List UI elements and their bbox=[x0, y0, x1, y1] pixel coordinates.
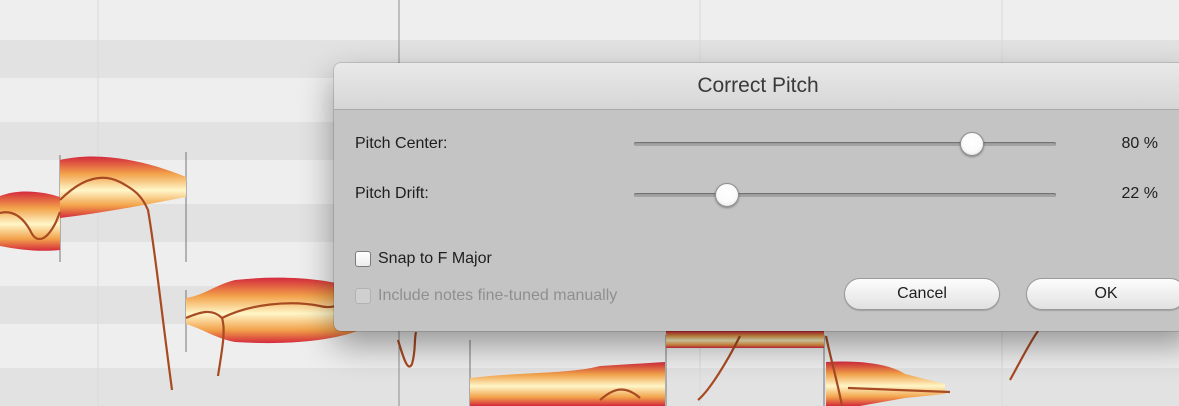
pitch-drift-label: Pitch Drift: bbox=[355, 185, 429, 202]
include-fine-tuned-row: Include notes fine-tuned manually bbox=[355, 287, 617, 305]
note-blob[interactable] bbox=[666, 331, 824, 348]
pitch-center-slider-thumb[interactable] bbox=[959, 132, 984, 156]
ok-button[interactable]: OK bbox=[1026, 278, 1179, 310]
snap-to-key-label[interactable]: Snap to F Major bbox=[378, 250, 492, 268]
include-fine-tuned-label: Include notes fine-tuned manually bbox=[378, 287, 618, 304]
snap-to-key-checkbox[interactable] bbox=[355, 251, 371, 267]
note-blob[interactable] bbox=[0, 191, 60, 251]
include-fine-tuned-checkbox bbox=[355, 288, 371, 304]
snap-to-key-row[interactable]: Snap to F Major bbox=[355, 250, 492, 268]
pitch-drift-value: 22 % bbox=[1121, 185, 1158, 202]
pitch-drift-slider-thumb[interactable] bbox=[714, 183, 739, 207]
pitch-center-value: 80 % bbox=[1121, 135, 1158, 152]
dialog-title: Correct Pitch bbox=[697, 74, 819, 97]
correct-pitch-dialog: Correct Pitch Pitch Center: 80 % Pitch D… bbox=[334, 63, 1179, 331]
pitch-center-label: Pitch Center: bbox=[355, 135, 448, 152]
cancel-button[interactable]: Cancel bbox=[844, 278, 1000, 310]
dialog-titlebar[interactable]: Correct Pitch bbox=[334, 63, 1179, 110]
pitch-drift-slider[interactable] bbox=[634, 183, 1056, 207]
pitch-center-slider[interactable] bbox=[634, 132, 1056, 156]
